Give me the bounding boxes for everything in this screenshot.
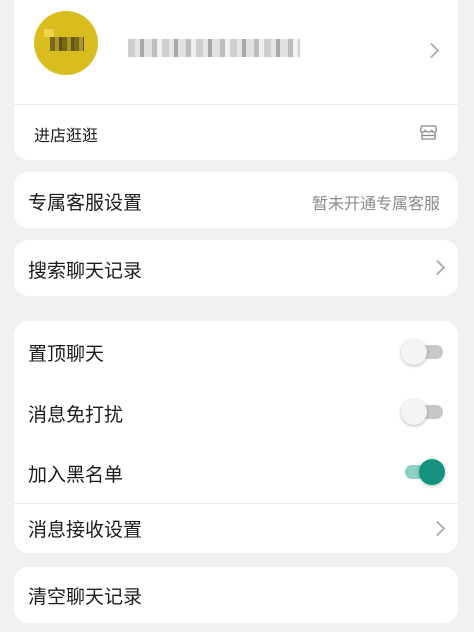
blacklist-row: 加入黑名单 bbox=[14, 443, 458, 503]
pin-chat-row: 置顶聊天 bbox=[14, 321, 458, 382]
shop-card: 进店逛逛 bbox=[14, 0, 458, 160]
toggle-thumb bbox=[401, 339, 427, 365]
receive-settings-row[interactable]: 消息接收设置 bbox=[14, 504, 458, 553]
service-label: 专属客服设置 bbox=[28, 192, 143, 214]
shop-header[interactable] bbox=[14, 0, 458, 100]
shop-name-pixelated bbox=[128, 39, 300, 57]
pin-chat-toggle[interactable] bbox=[401, 339, 445, 365]
chat-settings-card: 置顶聊天 消息免打扰 加入黑名单 消息接收设置 bbox=[14, 321, 458, 553]
mute-row: 消息免打扰 bbox=[14, 382, 458, 443]
chevron-right-icon bbox=[429, 520, 446, 537]
clear-history-label: 清空聊天记录 bbox=[28, 586, 143, 608]
service-value: 暂未开通专属客服 bbox=[311, 194, 440, 213]
blacklist-label: 加入黑名单 bbox=[28, 464, 124, 486]
avatar-pixel-highlight bbox=[44, 29, 54, 37]
chevron-right-icon bbox=[429, 259, 446, 276]
chevron-right-icon bbox=[423, 42, 440, 59]
visit-shop-row[interactable]: 进店逛逛 bbox=[14, 105, 458, 160]
pin-chat-label: 置顶聊天 bbox=[28, 343, 105, 365]
shop-avatar bbox=[34, 11, 98, 75]
search-history-label: 搜索聊天记录 bbox=[28, 260, 143, 282]
toggle-thumb bbox=[419, 459, 445, 485]
visit-shop-label: 进店逛逛 bbox=[34, 126, 99, 145]
toggle-thumb bbox=[401, 399, 427, 425]
clear-history-card[interactable]: 清空聊天记录 bbox=[14, 567, 458, 623]
service-card[interactable]: 专属客服设置 暂未开通专属客服 bbox=[14, 172, 458, 228]
mute-toggle[interactable] bbox=[401, 399, 445, 425]
blacklist-toggle[interactable] bbox=[401, 459, 445, 485]
store-icon bbox=[420, 125, 437, 140]
receive-settings-label: 消息接收设置 bbox=[28, 519, 143, 541]
search-card[interactable]: 搜索聊天记录 bbox=[14, 240, 458, 296]
mute-label: 消息免打扰 bbox=[28, 404, 124, 426]
avatar-pixelated-logo bbox=[50, 37, 84, 51]
